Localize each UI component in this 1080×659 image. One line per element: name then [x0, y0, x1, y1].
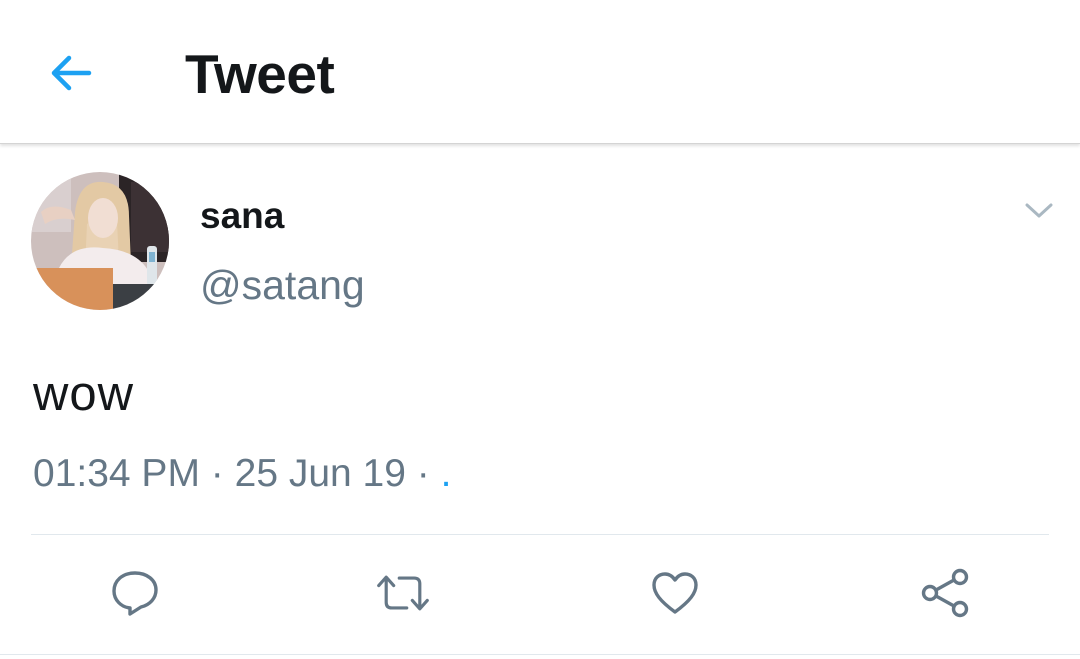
share-button[interactable] [917, 565, 973, 621]
avatar[interactable] [31, 172, 169, 310]
tweet-meta: 01:34 PM · 25 Jun 19 · . [33, 451, 451, 497]
divider [31, 534, 1049, 535]
share-icon [921, 568, 969, 618]
page-title: Tweet [185, 43, 335, 105]
like-button[interactable] [647, 565, 703, 621]
bottom-divider [0, 654, 1080, 655]
user-handle[interactable]: @satang [200, 262, 365, 308]
more-options-button[interactable] [1018, 194, 1060, 228]
top-bar: Tweet [0, 0, 1080, 144]
reply-icon [112, 571, 158, 616]
tweet-source-link[interactable]: . [441, 452, 452, 495]
meta-separator: · [416, 452, 430, 495]
chevron-down-icon [1025, 203, 1053, 218]
retweet-button[interactable] [375, 565, 431, 621]
reply-button[interactable] [107, 565, 163, 621]
display-name[interactable]: sana [200, 196, 284, 236]
tweet-date: 25 Jun 19 [234, 452, 406, 495]
avatar-photo [31, 172, 169, 310]
tweet-text: wow [33, 367, 135, 421]
like-icon [652, 572, 698, 614]
back-button[interactable] [38, 40, 104, 106]
tweet-time: 01:34 PM [33, 452, 200, 495]
meta-separator: · [210, 452, 224, 495]
arrow-left-icon [51, 55, 92, 91]
retweet-icon [377, 575, 429, 611]
